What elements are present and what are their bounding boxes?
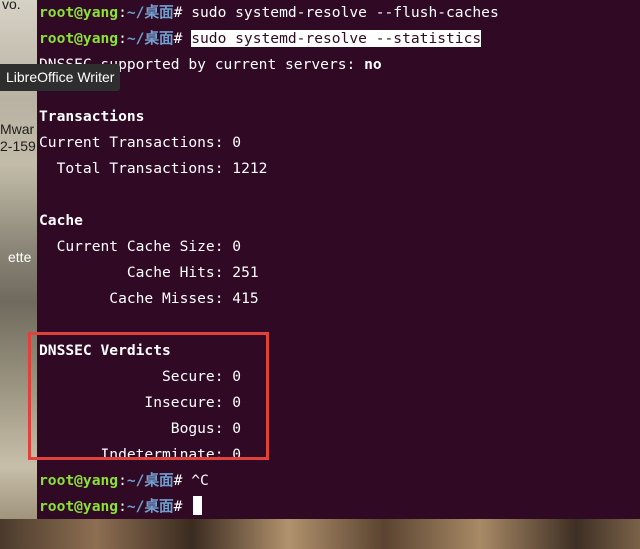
dock-tooltip: LibreOffice Writer	[0, 64, 121, 91]
output-line: Cache Hits: 251	[39, 260, 259, 286]
output-text: Secure: 0	[39, 368, 242, 385]
output-text: Current Transactions: 0	[39, 134, 242, 151]
terminal-cursor	[193, 496, 203, 515]
terminal-command-line: root@yang:~/桌面# ^C	[39, 468, 209, 494]
output-text: Bogus: 0	[39, 420, 242, 437]
section-heading-text: DNSSEC Verdicts	[39, 342, 171, 359]
output-line: Total Transactions: 1212	[39, 156, 268, 182]
prompt-symbol: #	[173, 472, 192, 489]
desktop-icon-label-number[interactable]: 2-159	[0, 138, 36, 154]
output-line: Bogus: 0	[39, 416, 241, 442]
output-line: Secure: 0	[39, 364, 241, 390]
output-line: Current Cache Size: 0	[39, 234, 242, 260]
output-text: Total Transactions: 1212	[39, 160, 268, 177]
output-text: Insecure: 0	[39, 394, 242, 411]
output-section-heading: Transactions	[39, 104, 144, 130]
terminal-command-line: root@yang:~/桌面#	[39, 494, 203, 519]
prompt-symbol: #	[173, 4, 192, 21]
section-heading-text: Cache	[39, 212, 83, 229]
terminal-command-line: root@yang:~/桌面# sudo systemd-resolve --s…	[39, 26, 482, 52]
prompt-path: ~/桌面	[126, 498, 174, 515]
prompt-user-host: root@yang	[39, 30, 119, 47]
output-text: Cache Hits: 251	[39, 264, 259, 281]
prompt-separator: :	[118, 472, 127, 489]
output-line: Cache Misses: 415	[39, 286, 259, 312]
prompt-user-host: root@yang	[39, 498, 119, 515]
output-line: Indeterminate: 0	[39, 442, 242, 468]
terminal-window[interactable]: root@yang:~/桌面# sudo systemd-resolve --f…	[37, 0, 640, 519]
prompt-path: ~/桌面	[126, 4, 174, 21]
output-value: no	[364, 56, 382, 73]
desktop-icon-label-mwar[interactable]: Mwar	[0, 121, 34, 137]
output-line: Insecure: 0	[39, 390, 241, 416]
command-text[interactable]: sudo systemd-resolve --statistics	[191, 30, 482, 47]
prompt-symbol: #	[173, 498, 192, 515]
terminal-command-line: root@yang:~/桌面# sudo systemd-resolve --f…	[39, 0, 499, 26]
screen: vo. Mwar 2-159 ette root@yang:~/桌面# sudo…	[0, 0, 640, 549]
output-text: Current Cache Size: 0	[39, 238, 242, 255]
command-text[interactable]: ^C	[191, 472, 209, 489]
desktop-bottom-strip	[0, 519, 640, 549]
prompt-user-host: root@yang	[39, 472, 119, 489]
desktop-label-top: vo.	[2, 0, 21, 12]
prompt-separator: :	[118, 30, 127, 47]
prompt-separator: :	[118, 498, 127, 515]
prompt-separator: :	[118, 4, 127, 21]
output-section-heading: DNSSEC Verdicts	[39, 338, 171, 364]
prompt-path: ~/桌面	[126, 472, 174, 489]
section-heading-text: Transactions	[39, 108, 145, 125]
prompt-path: ~/桌面	[126, 30, 174, 47]
output-line: Current Transactions: 0	[39, 130, 241, 156]
output-section-heading: Cache	[39, 208, 83, 234]
desktop-icon-label-ette[interactable]: ette	[8, 249, 31, 265]
command-text[interactable]: sudo systemd-resolve --flush-caches	[191, 4, 499, 21]
prompt-user-host: root@yang	[39, 4, 119, 21]
output-text: Cache Misses: 415	[39, 290, 259, 307]
prompt-symbol: #	[173, 30, 192, 47]
output-text: Indeterminate: 0	[39, 446, 242, 463]
